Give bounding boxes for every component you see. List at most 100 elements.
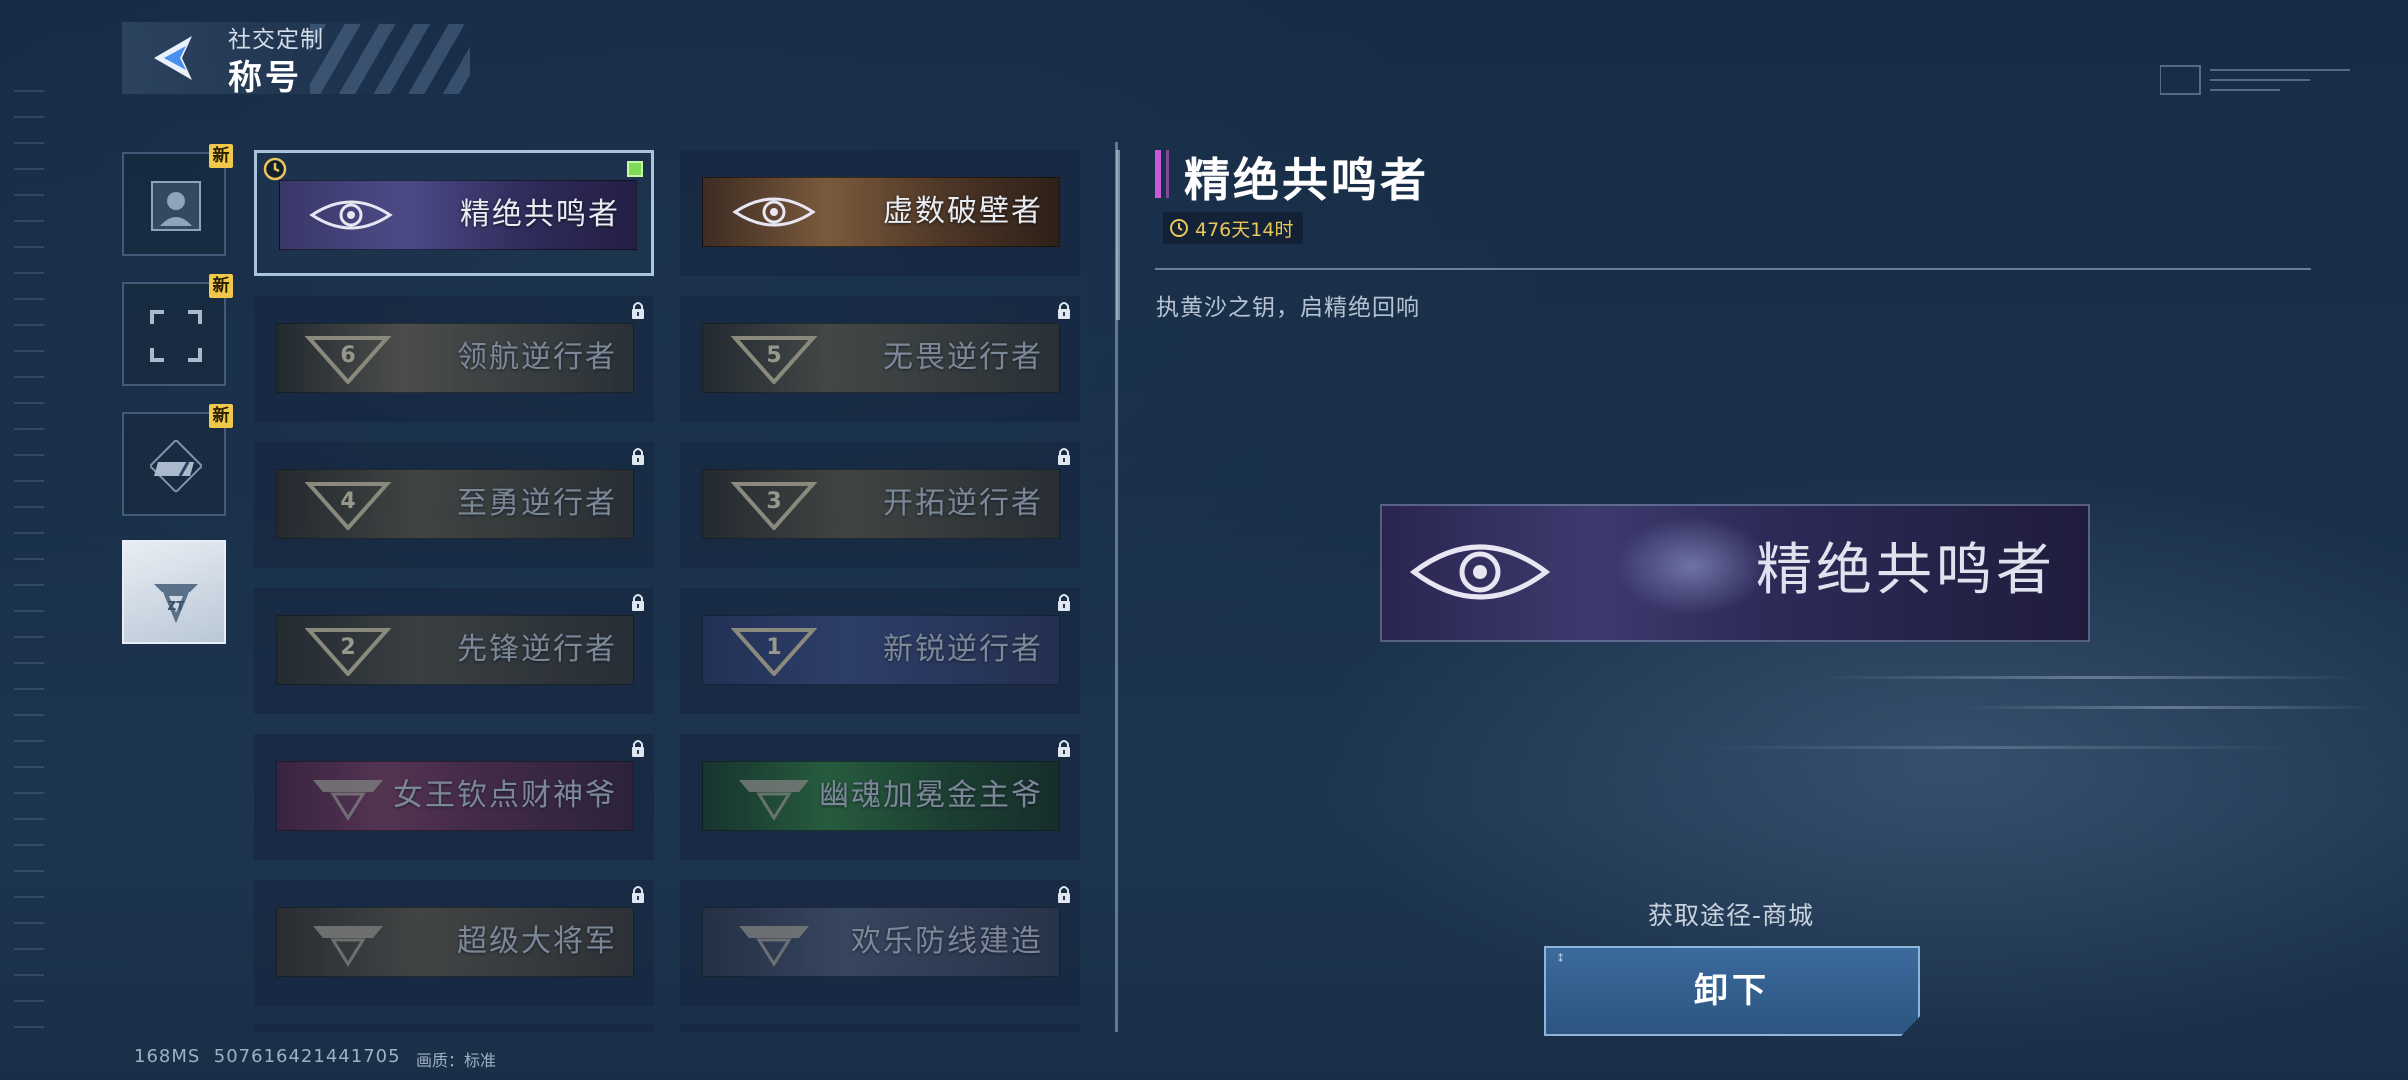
hud-decoration [2160,65,2350,95]
title-name: 超级大将军 [457,924,617,959]
new-badge: 新 [209,144,233,168]
rank-chevron-icon: 5 [730,336,818,384]
title-card[interactable]: 3 开拓逆行者 [680,442,1080,568]
title-emblem-icon [739,780,809,821]
title-card-partial [680,1024,1080,1032]
quality-readout: 画质：标准 [416,1051,497,1070]
light-streak [1700,746,2300,749]
lock-icon [1058,740,1070,757]
svg-text:6: 6 [340,343,355,368]
title-banner: 6 领航逆行者 [276,323,634,393]
rank-chevron-icon: 3 [730,482,818,530]
uid-readout: 507616421441705 [213,1046,401,1067]
svg-text:2: 2 [340,635,355,660]
title-banner: 超级大将军 [276,907,634,977]
acquire-source: 获取途径-商城 [1648,901,1815,930]
title-card[interactable]: 精绝共鸣者 [254,150,654,276]
unequip-button[interactable]: ⁑ 卸下 [1544,946,1920,1036]
title-card[interactable]: 幽魂加冕金主爷 [680,734,1080,860]
new-badge: 新 [209,274,233,298]
title-banner: 女王钦点财神爷 [276,761,634,831]
title-card[interactable]: 欢乐防线建造 [680,880,1080,1006]
title-emblem-icon [313,780,383,821]
lock-icon [632,448,644,465]
detail-title: 精绝共鸣者 [1184,153,1429,207]
title-name: 欢乐防线建造 [851,924,1043,959]
eye-emblem-icon [309,200,393,230]
nameplate-icon [150,440,202,492]
title-accent-bar [1166,150,1169,198]
title-banner: 1 新锐逆行者 [702,615,1060,685]
svg-text:4: 4 [340,489,355,514]
avatar-icon [151,181,201,231]
title-card[interactable]: 1 新锐逆行者 [680,588,1080,714]
rank-chevron-icon: 6 [304,336,392,384]
title-name: 领航逆行者 [457,340,617,375]
preview-name: 精绝共鸣者 [1756,538,2056,603]
expiry-timer: 476天14时 [1163,212,1304,244]
title-accent-bar [1155,150,1161,198]
page-title: 称号 [228,58,302,98]
title-name: 虚数破壁者 [883,194,1043,229]
title-emblem-icon: ZT [154,584,198,624]
lock-icon [1058,302,1070,319]
svg-text:3: 3 [766,489,781,514]
title-name: 精绝共鸣者 [460,197,620,232]
rank-chevron-icon: 2 [304,628,392,676]
title-card[interactable]: 虚数破壁者 [680,150,1080,276]
back-arrow-icon[interactable] [148,30,204,86]
lock-icon [1058,594,1070,611]
title-name: 女王钦点财神爷 [393,778,617,813]
lock-icon [1058,448,1070,465]
lock-icon [632,594,644,611]
category-tab-title[interactable]: ZT [122,540,226,644]
title-preview-banner: 精绝共鸣者 [1380,504,2090,642]
title-card[interactable]: 2 先锋逆行者 [254,588,654,714]
title-card[interactable]: 5 无畏逆行者 [680,296,1080,422]
clock-icon [1170,219,1188,237]
title-emblem-icon [313,926,383,967]
timer-text: 476天14时 [1195,218,1294,241]
title-banner: 2 先锋逆行者 [276,615,634,685]
title-name: 开拓逆行者 [883,486,1043,521]
title-name: 幽魂加冕金主爷 [819,778,1043,813]
svg-text:1: 1 [766,635,781,660]
title-card-partial [254,1024,654,1032]
frame-icon [150,310,202,362]
title-card[interactable]: 女王钦点财神爷 [254,734,654,860]
light-streak [1960,706,2380,709]
eye-emblem-icon [1410,544,1550,600]
clock-icon [263,157,287,181]
scrollbar[interactable] [1116,150,1120,320]
title-banner: 精绝共鸣者 [279,180,637,250]
title-card[interactable]: 超级大将军 [254,880,654,1006]
header-stripes [310,24,470,94]
title-banner: 欢乐防线建造 [702,907,1060,977]
rank-chevron-icon: 1 [730,628,818,676]
rank-chevron-icon: 4 [304,482,392,530]
detail-separator [1155,268,2311,270]
svg-text:5: 5 [766,343,781,368]
title-name: 新锐逆行者 [883,632,1043,667]
detail-description: 执黄沙之钥，启精绝回响 [1156,295,1420,321]
title-card[interactable]: 6 领航逆行者 [254,296,654,422]
eye-emblem-icon [732,197,816,227]
svg-text:ZT: ZT [168,599,186,613]
title-banner: 3 开拓逆行者 [702,469,1060,539]
title-name: 先锋逆行者 [457,632,617,667]
title-banner: 5 无畏逆行者 [702,323,1060,393]
header-subtitle: 社交定制 [228,27,324,53]
title-emblem-icon [739,926,809,967]
title-banner: 4 至勇逆行者 [276,469,634,539]
new-badge: 新 [209,404,233,428]
title-card[interactable]: 4 至勇逆行者 [254,442,654,568]
equipped-indicator [627,161,643,177]
title-name: 无畏逆行者 [883,340,1043,375]
side-dots [14,90,44,1040]
lock-icon [632,740,644,757]
title-banner: 幽魂加冕金主爷 [702,761,1060,831]
title-name: 至勇逆行者 [457,486,617,521]
ping-readout: 168MS [134,1046,201,1067]
lock-icon [632,886,644,903]
title-banner: 虚数破壁者 [702,177,1060,247]
